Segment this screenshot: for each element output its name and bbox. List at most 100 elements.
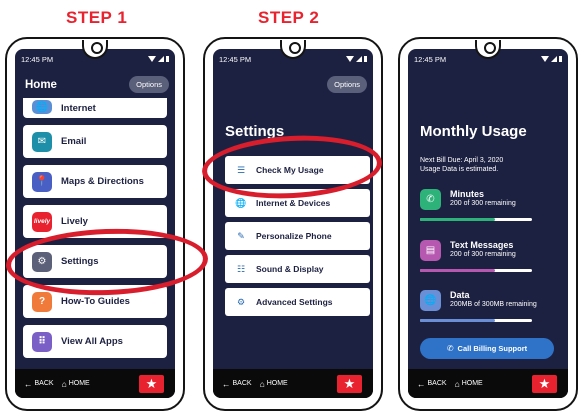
usage-screen: 12:45 PM Monthly Usage Next Bill Due: Ap… — [408, 49, 568, 398]
back-button[interactable]: ← BACK — [24, 379, 54, 389]
menu-item-label: Advanced Settings — [256, 297, 333, 307]
back-button[interactable]: ← BACK — [222, 379, 252, 389]
star-icon: ★ — [145, 375, 158, 391]
app-item-label: Settings — [61, 256, 99, 267]
map-pin-icon: 📍 — [32, 171, 52, 192]
app-grid-icon: ⠿ — [32, 331, 52, 352]
signal-icon — [551, 56, 557, 62]
usage-detail: 200 of 300 remaining — [450, 251, 516, 258]
menu-item-personalize-phone[interactable]: ✎ Personalize Phone — [225, 222, 370, 250]
app-item-label: Lively — [61, 216, 88, 227]
app-item-email[interactable]: ✉ Email — [23, 125, 167, 158]
signal-icon — [356, 56, 362, 62]
sliders-icon: ☷ — [236, 263, 246, 274]
page-title: Monthly Usage — [420, 123, 527, 140]
menu-item-internet-devices[interactable]: 🌐 Internet & Devices — [225, 189, 370, 217]
urgent-star-button[interactable]: ★ — [139, 374, 164, 393]
app-item-settings[interactable]: ⚙ Settings — [23, 245, 167, 278]
menu-item-label: Personalize Phone — [256, 231, 332, 241]
wifi-icon — [148, 56, 156, 62]
app-item-label: View All Apps — [61, 336, 123, 347]
menu-item-advanced-settings[interactable]: ⚙ Advanced Settings — [225, 288, 370, 316]
menu-item-sound-display[interactable]: ☷ Sound & Display — [225, 255, 370, 283]
usage-progress-track — [420, 218, 532, 221]
status-time: 12:45 PM — [21, 54, 54, 64]
home-button[interactable]: ⌂ HOME — [62, 379, 90, 389]
call-billing-support-button[interactable]: ✆ Call Billing Support — [420, 338, 554, 359]
billing-button-label: Call Billing Support — [457, 344, 528, 353]
globe-icon: 🌐 — [235, 197, 247, 208]
urgent-star-button[interactable]: ★ — [532, 374, 557, 393]
lively-logo-icon: lively — [32, 211, 52, 232]
star-icon: ★ — [343, 375, 356, 391]
home-label: HOME — [266, 380, 288, 387]
options-button[interactable]: Options — [129, 76, 169, 93]
app-item-internet[interactable]: 🌐 Internet — [23, 98, 167, 118]
usage-progress-fill — [420, 319, 496, 322]
battery-icon — [559, 56, 562, 62]
gear-icon: ⚙ — [236, 296, 246, 307]
app-list: 🌐 Internet ✉ Email 📍 Maps & Directions l… — [23, 98, 167, 365]
usage-list-icon: ☰ — [236, 164, 246, 175]
page-title: Home — [25, 79, 57, 91]
email-icon: ✉ — [32, 131, 52, 152]
app-item-label: How-To Guides — [61, 296, 130, 307]
options-button[interactable]: Options — [327, 76, 367, 93]
app-item-label: Internet — [61, 103, 96, 114]
battery-icon — [364, 56, 367, 62]
globe-icon: 🌐 — [32, 100, 52, 114]
usage-title: Data — [450, 290, 470, 300]
app-item-lively[interactable]: lively Lively — [23, 205, 167, 238]
wifi-icon — [346, 56, 354, 62]
back-label: BACK — [232, 380, 252, 387]
bill-due-text: Next Bill Due: April 3, 2020 — [420, 157, 504, 164]
usage-progress-fill — [420, 269, 496, 272]
nav-bar: ← BACK ⌂ HOME ★ — [15, 369, 175, 398]
phone-call-icon: ✆ — [420, 189, 441, 210]
app-item-view-all-apps[interactable]: ⠿ View All Apps — [23, 325, 167, 358]
phone-home: 12:45 PM Home Options 🌐 Internet ✉ Email… — [5, 37, 185, 411]
back-arrow-icon: ← — [417, 378, 426, 389]
home-button[interactable]: ⌂ HOME — [455, 379, 483, 389]
usage-detail: 200MB of 300MB remaining — [450, 301, 537, 308]
chat-bubble-icon: ▤ — [420, 240, 441, 261]
back-arrow-icon: ← — [24, 378, 33, 389]
phone-settings: 12:45 PM Options Settings ☰ Check My Usa… — [203, 37, 383, 411]
phone-monthly-usage: 12:45 PM Monthly Usage Next Bill Due: Ap… — [398, 37, 578, 411]
question-icon: ? — [32, 291, 52, 312]
usage-detail: 200 of 300 remaining — [450, 200, 516, 207]
nav-bar: ← BACK ⌂ HOME ★ — [408, 369, 568, 398]
usage-title: Minutes — [450, 189, 485, 199]
back-button[interactable]: ← BACK — [417, 379, 447, 389]
usage-progress-track — [420, 319, 532, 322]
usage-progress-track — [420, 269, 532, 272]
menu-item-label: Internet & Devices — [256, 198, 331, 208]
estimated-note: Usage Data is estimated. — [420, 166, 499, 173]
home-button[interactable]: ⌂ HOME — [260, 379, 288, 389]
app-item-how-to-guides[interactable]: ? How-To Guides — [23, 285, 167, 318]
back-arrow-icon: ← — [222, 378, 231, 389]
wifi-icon — [541, 56, 549, 62]
step-1-label: STEP 1 — [66, 8, 128, 27]
status-time: 12:45 PM — [219, 54, 252, 64]
phone-icon: ✆ — [446, 344, 454, 353]
settings-screen: 12:45 PM Options Settings ☰ Check My Usa… — [213, 49, 373, 398]
status-time: 12:45 PM — [414, 54, 447, 64]
urgent-star-button[interactable]: ★ — [337, 374, 362, 393]
home-icon: ⌂ — [454, 378, 460, 389]
gear-icon: ⚙ — [32, 251, 52, 272]
app-item-maps[interactable]: 📍 Maps & Directions — [23, 165, 167, 198]
page-title: Settings — [225, 123, 285, 140]
app-item-label: Email — [61, 136, 87, 147]
signal-icon — [158, 56, 164, 62]
globe-icon: 🌐 — [420, 290, 441, 311]
back-label: BACK — [34, 380, 54, 387]
app-item-label: Maps & Directions — [61, 176, 144, 187]
nav-bar: ← BACK ⌂ HOME ★ — [213, 369, 373, 398]
menu-item-label: Sound & Display — [256, 264, 324, 274]
home-label: HOME — [68, 380, 90, 387]
home-label: HOME — [461, 380, 483, 387]
menu-item-check-my-usage[interactable]: ☰ Check My Usage — [225, 156, 370, 184]
home-screen: 12:45 PM Home Options 🌐 Internet ✉ Email… — [15, 49, 175, 398]
step-2-label: STEP 2 — [258, 8, 320, 27]
